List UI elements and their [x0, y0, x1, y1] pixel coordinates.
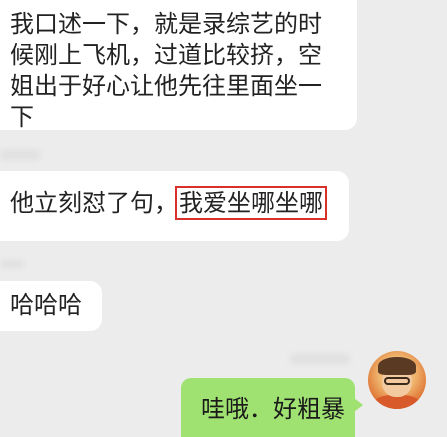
user-avatar-icon[interactable] [368, 351, 426, 409]
highlighted-quote: 我爱坐哪坐哪 [175, 186, 327, 220]
incoming-message-bubble[interactable]: 他立刻怼了句，我爱坐哪坐哪 [0, 171, 349, 241]
message-text: 哈哈哈 [10, 291, 82, 319]
avatar-hair [378, 357, 416, 375]
avatar-shirt [374, 395, 420, 409]
blurred-timestamp [290, 354, 350, 364]
avatar-glasses [384, 377, 410, 385]
outgoing-message-bubble[interactable]: 哇哦．好粗暴 [181, 378, 363, 437]
incoming-message-bubble[interactable]: 我口述一下，就是录综艺的时候刚上飞机，过道比较挤，空姐出于好心让他先往里面坐一下 [0, 0, 357, 131]
blurred-timestamp [0, 150, 40, 160]
incoming-message-bubble[interactable]: 哈哈哈 [0, 281, 102, 331]
chat-window: 我口述一下，就是录综艺的时候刚上飞机，过道比较挤，空姐出于好心让他先往里面坐一下… [0, 0, 447, 437]
blurred-timestamp [0, 260, 24, 268]
message-text: 我口述一下，就是录综艺的时候刚上飞机，过道比较挤，空姐出于好心让他先往里面坐一下 [10, 10, 322, 131]
message-text: 他立刻怼了句， [10, 189, 178, 217]
message-text: 哇哦．好粗暴 [201, 395, 345, 423]
